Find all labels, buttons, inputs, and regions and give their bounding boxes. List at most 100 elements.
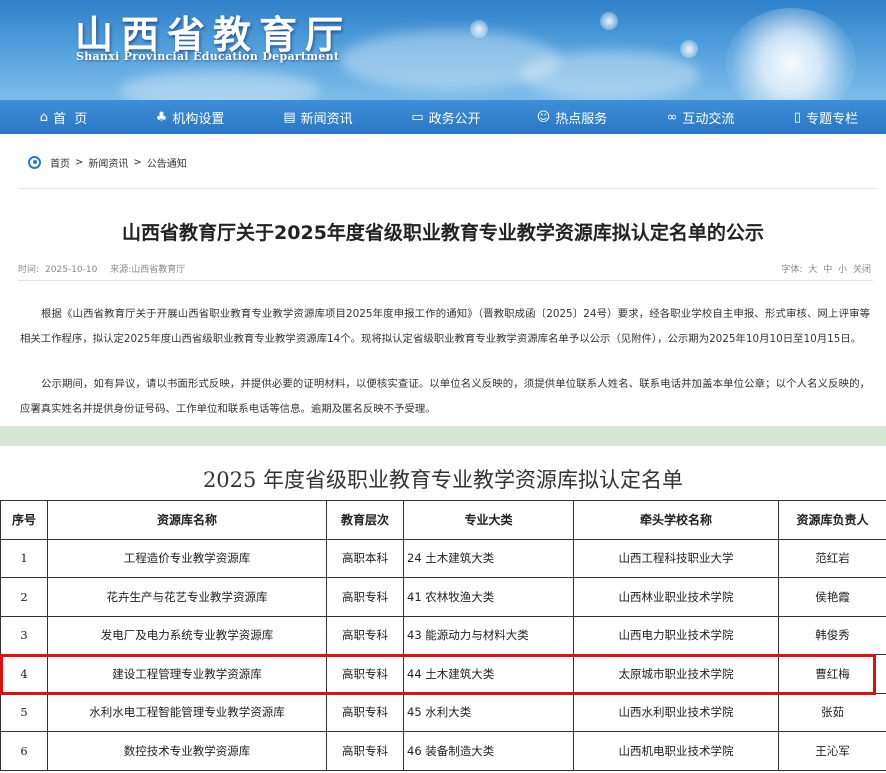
font-size-close[interactable]: 关闭 [853, 265, 871, 275]
nav-item-label: 互动交流 [682, 111, 735, 127]
time-label: 时间: [18, 265, 40, 275]
divider [18, 280, 873, 281]
breadcrumb-separator: > [133, 156, 142, 168]
education-level: 高职本科 [326, 538, 404, 578]
nav-item-interaction[interactable]: ∞ 互动交流 [635, 100, 766, 134]
main-nav: ⌂ 首 页 ♣ 机构设置 ▤ 新闻资讯 ▭ 政务公开 ☺ 热点服务 ∞ 互动交流… [0, 100, 886, 134]
lead-school: 山西工程科技职业大学 [573, 538, 779, 578]
table-row: 3 发电厂及电力系统专业教学资源库 高职专科 43 能源动力与材料大类 山西电力… [0, 615, 886, 655]
bookmark-icon: ▯ [793, 109, 802, 125]
nav-item-organization[interactable]: ♣ 机构设置 [127, 100, 253, 134]
nav-item-label: 热点服务 [555, 111, 608, 127]
nav-item-hot-services[interactable]: ☺ 热点服务 [509, 100, 635, 134]
row-number: 4 [0, 654, 48, 694]
breadcrumb-separator: > [75, 156, 84, 168]
nav-item-special-topics[interactable]: ▯ 专题专栏 [766, 100, 886, 134]
resource-library-table: 序号 资源库名称 教育层次 专业大类 牵头学校名称 资源库负责人 1 工程造价专… [0, 500, 886, 771]
library-name: 数控技术专业教学资源库 [47, 731, 327, 771]
library-leader: 范红岩 [778, 538, 886, 578]
article-paragraph: 根据《山西省教育厅关于开展山西省职业教育专业教学资源库项目2025年度申报工作的… [20, 308, 870, 345]
article-title: 山西省教育厅关于2025年度省级职业教育专业教学资源库拟认定名单的公示 [122, 222, 764, 244]
table-header-row: 序号 资源库名称 教育层次 专业大类 牵头学校名称 资源库负责人 [0, 500, 886, 540]
table-row: 1 工程造价专业教学资源库 高职本科 24 土木建筑大类 山西工程科技职业大学 … [0, 538, 886, 578]
column-header: 教育层次 [326, 500, 404, 540]
library-leader: 张茹 [778, 692, 886, 732]
dandelion-seed-icon [470, 20, 488, 38]
library-name: 发电厂及电力系统专业教学资源库 [47, 615, 327, 655]
row-number: 3 [0, 615, 48, 655]
nav-item-government-affairs[interactable]: ▭ 政务公开 [383, 100, 509, 134]
major-category: 45 水利大类 [403, 692, 574, 732]
column-header: 资源库负责人 [778, 500, 886, 540]
library-leader: 王沁军 [778, 731, 886, 771]
home-icon: ⌂ [39, 109, 48, 125]
nav-item-news[interactable]: ▤ 新闻资讯 [253, 100, 383, 134]
column-header: 专业大类 [403, 500, 574, 540]
lead-school: 山西机电职业技术学院 [573, 731, 779, 771]
row-number: 1 [0, 538, 48, 578]
breadcrumb-link-notices[interactable]: 公告通知 [147, 155, 187, 170]
library-leader: 韩俊秀 [778, 615, 886, 655]
lead-school: 太原城市职业技术学院 [573, 654, 779, 694]
attachment-divider-band [0, 426, 886, 446]
dandelion-image [726, 8, 856, 100]
font-size-controls: 字体: 大 中 小 关闭 [781, 262, 871, 275]
site-subtitle: Shanxi Provincial Education Department [76, 50, 340, 63]
lead-school: 山西水利职业技术学院 [573, 692, 779, 732]
library-leader: 侯艳霞 [778, 577, 886, 617]
divider [20, 188, 875, 189]
dandelion-seed-icon [600, 12, 618, 30]
library-leader: 曹红梅 [778, 654, 886, 694]
location-pin-icon [28, 155, 41, 169]
article-paragraph: 公示期间，如有异议，请以书面形式反映，并提供必要的证明材料，以便核实查证。以单位… [20, 378, 870, 415]
link-icon: ∞ [666, 109, 678, 125]
dandelion-seed-icon [680, 40, 698, 58]
row-number: 6 [0, 731, 48, 771]
document-icon: ▤ [283, 109, 296, 125]
major-category: 46 装备制造大类 [403, 731, 574, 771]
column-header: 牵头学校名称 [573, 500, 779, 540]
user-icon: ☺ [536, 109, 551, 125]
table-row: 2 花卉生产与花艺专业教学资源库 高职专科 41 农林牧渔大类 山西林业职业技术… [0, 577, 886, 617]
breadcrumb: 首页 > 新闻资讯 > 公告通知 [28, 152, 187, 172]
education-level: 高职专科 [326, 654, 404, 694]
library-name: 水利水电工程智能管理专业教学资源库 [47, 692, 327, 732]
major-category: 44 土木建筑大类 [403, 654, 574, 694]
font-size-large[interactable]: 大 [808, 265, 817, 275]
breadcrumb-link-news[interactable]: 新闻资讯 [88, 155, 128, 170]
nav-item-label: 机构设置 [172, 111, 225, 127]
publish-date: 2025-10-10 [45, 265, 98, 275]
source-label: 来源: [110, 265, 132, 275]
lead-school: 山西电力职业技术学院 [573, 615, 779, 655]
lead-school: 山西林业职业技术学院 [573, 577, 779, 617]
nav-item-home[interactable]: ⌂ 首 页 [0, 100, 127, 134]
column-header: 序号 [0, 500, 48, 540]
education-level: 高职专科 [326, 692, 404, 732]
library-name: 工程造价专业教学资源库 [47, 538, 327, 578]
font-size-label: 字体: [781, 265, 803, 275]
education-level: 高职专科 [326, 731, 404, 771]
article-source: 山西省教育厅 [131, 265, 186, 275]
column-header: 资源库名称 [47, 500, 327, 540]
nav-item-label: 首 页 [53, 111, 88, 127]
breadcrumb-link-home[interactable]: 首页 [50, 155, 70, 170]
nav-item-label: 政务公开 [428, 111, 481, 127]
education-level: 高职专科 [326, 615, 404, 655]
banner-cloud [520, 50, 700, 100]
article-meta: 时间: 2025-10-10 来源:山西省教育厅 [18, 262, 191, 275]
table-row-highlighted: 4 建设工程管理专业教学资源库 高职专科 44 土木建筑大类 太原城市职业技术学… [0, 654, 886, 694]
font-size-small[interactable]: 小 [838, 265, 847, 275]
library-name: 花卉生产与花艺专业教学资源库 [47, 577, 327, 617]
major-category: 41 农林牧渔大类 [403, 577, 574, 617]
row-number: 5 [0, 692, 48, 732]
font-size-medium[interactable]: 中 [823, 265, 832, 275]
nav-item-label: 专题专栏 [806, 111, 859, 127]
library-name: 建设工程管理专业教学资源库 [47, 654, 327, 694]
monitor-icon: ▭ [411, 109, 424, 125]
major-category: 24 土木建筑大类 [403, 538, 574, 578]
org-chart-icon: ♣ [155, 109, 168, 125]
major-category: 43 能源动力与材料大类 [403, 615, 574, 655]
education-level: 高职专科 [326, 577, 404, 617]
banner-cloud [120, 70, 320, 100]
table-row: 5 水利水电工程智能管理专业教学资源库 高职专科 45 水利大类 山西水利职业技… [0, 692, 886, 732]
